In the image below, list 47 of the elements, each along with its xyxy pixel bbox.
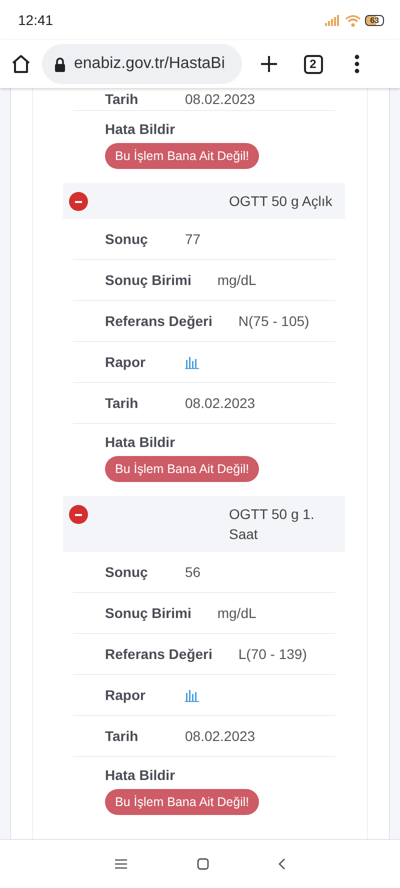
bar-chart-icon[interactable] xyxy=(185,356,199,368)
test-title: OGTT 50 g Açlık xyxy=(229,192,334,211)
tab-count-button[interactable]: 2 xyxy=(304,54,322,74)
plus-icon[interactable] xyxy=(260,55,278,73)
field-label: Tarih xyxy=(105,395,140,411)
collapse-icon[interactable] xyxy=(69,505,88,524)
field-label: Rapor xyxy=(105,354,146,370)
field-label: Rapor xyxy=(105,687,146,703)
field-value: 56 xyxy=(185,564,201,580)
signal-icon xyxy=(325,14,342,26)
not-mine-button[interactable]: Bu İşlem Bana Ait Değil! xyxy=(105,143,260,169)
test-header[interactable]: OGTT 50 g 1. Saat xyxy=(63,496,345,552)
field-value: L(70 - 139) xyxy=(238,646,307,662)
field-value: mg/dL xyxy=(217,272,256,288)
field-value: 77 xyxy=(185,231,201,247)
report-error-label: Hata Bildir xyxy=(105,434,176,450)
clock: 12:41 xyxy=(18,12,54,28)
menu-icon[interactable] xyxy=(114,859,128,869)
lock-icon xyxy=(54,56,66,72)
report-error-label: Hata Bildir xyxy=(105,767,176,783)
menu-icon[interactable] xyxy=(354,54,360,74)
collapse-icon[interactable] xyxy=(69,192,88,211)
report-error-label: Hata Bildir xyxy=(105,121,176,137)
field-label: Referans Değeri xyxy=(105,646,212,662)
field-label: Sonuç xyxy=(105,231,149,247)
bar-chart-icon[interactable] xyxy=(185,688,199,702)
test-title: OGTT 50 g 1. Saat xyxy=(229,505,316,544)
field-label: Referans Değeri xyxy=(105,313,212,329)
test-header[interactable]: OGTT 50 g Açlık xyxy=(63,183,345,219)
field-value: 08.02.2023 xyxy=(185,728,256,744)
home-button-icon[interactable] xyxy=(196,858,209,870)
home-icon[interactable] xyxy=(10,53,32,75)
not-mine-button[interactable]: Bu İşlem Bana Ait Değil! xyxy=(105,789,260,815)
field-label: Tarih xyxy=(105,91,140,107)
field-label: Tarih xyxy=(105,728,140,744)
wifi-icon xyxy=(345,14,362,26)
field-label: Sonuç Birimi xyxy=(105,272,192,288)
back-icon[interactable] xyxy=(278,858,286,870)
field-value: 08.02.2023 xyxy=(185,395,256,411)
not-mine-button[interactable]: Bu İşlem Bana Ait Değil! xyxy=(105,456,260,482)
field-label: Sonuç xyxy=(105,564,149,580)
field-value: mg/dL xyxy=(217,605,256,621)
field-value: 08.02.2023 xyxy=(185,91,256,107)
address-bar[interactable]: enabiz.gov.tr/HastaBi xyxy=(42,44,242,84)
field-label: Sonuç Birimi xyxy=(105,605,192,621)
url-text: enabiz.gov.tr/HastaBi xyxy=(74,55,225,73)
field-value: N(75 - 105) xyxy=(238,313,310,329)
